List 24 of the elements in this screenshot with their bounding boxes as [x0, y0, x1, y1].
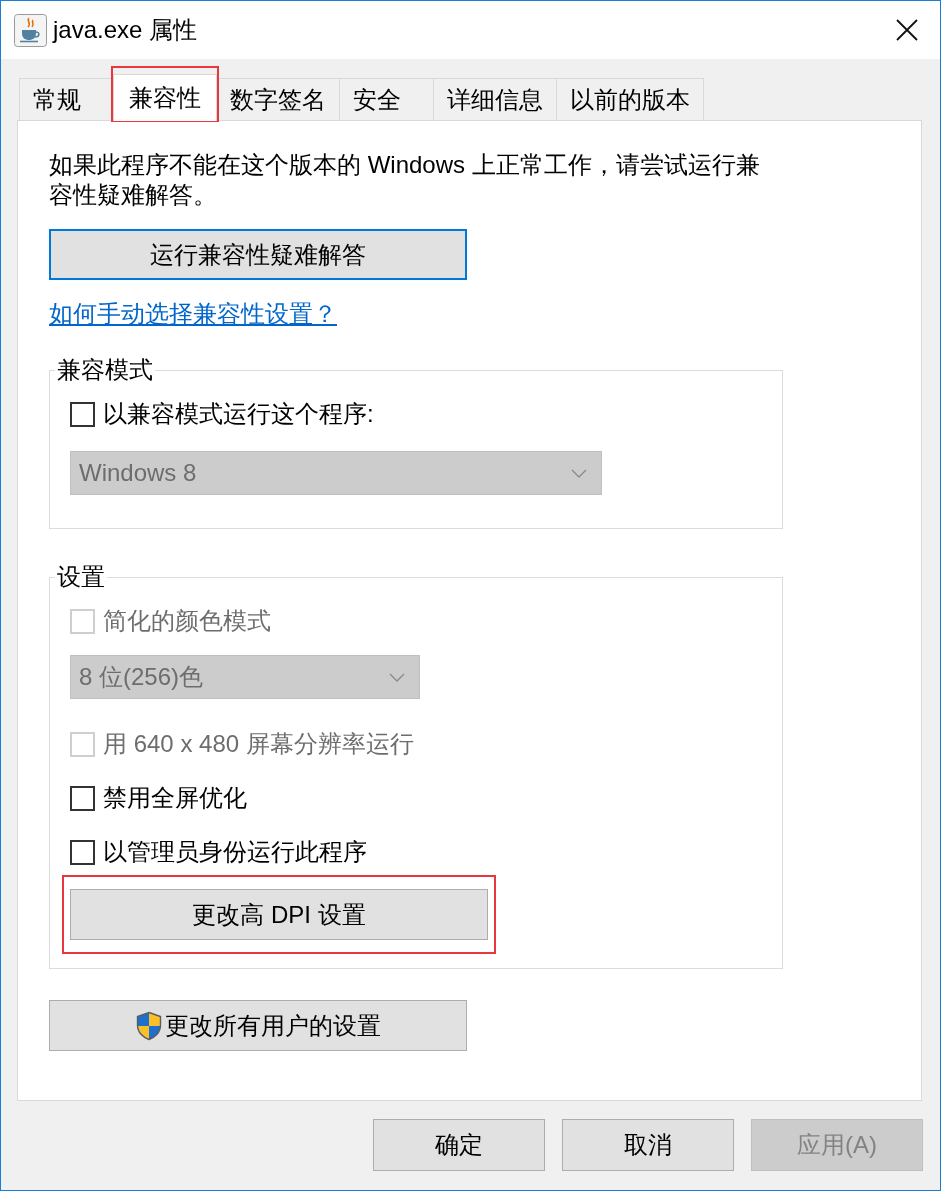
dialog-button[interactable]: 确定 [373, 1119, 545, 1171]
dpi-settings-button[interactable]: 更改高 DPI 设置 [70, 889, 488, 940]
shield-icon [135, 1010, 162, 1041]
chevron-down-icon [571, 468, 587, 478]
group-title: 设置 [56, 562, 106, 592]
checkbox-label[interactable]: 以兼容模式运行这个程序: [103, 399, 374, 429]
group-title: 兼容模式 [56, 355, 154, 385]
coffee-cup-icon [14, 13, 47, 47]
tab[interactable]: 以前的版本 [556, 78, 704, 120]
chevron-down-icon [389, 672, 405, 682]
dialog-button[interactable]: 取消 [562, 1119, 734, 1171]
checkbox-label[interactable]: 以管理员身份运行此程序 [103, 837, 367, 867]
all-users-settings-button[interactable]: 更改所有用户的设置 [49, 1000, 467, 1051]
close-icon[interactable] [896, 19, 918, 41]
checkbox-label[interactable]: 禁用全屏优化 [103, 783, 247, 813]
tab[interactable]: 兼容性 [113, 74, 217, 121]
tab[interactable]: 常规 [19, 78, 114, 120]
description-text: 如果此程序不能在这个版本的 Windows 上正常工作，请尝试运行兼容性疑难解答。 [49, 150, 761, 210]
checkbox[interactable] [70, 839, 95, 865]
help-link[interactable]: 如何手动选择兼容性设置？ [49, 300, 337, 328]
troubleshooter-button[interactable]: 运行兼容性疑难解答 [49, 229, 467, 280]
checkbox[interactable] [70, 785, 95, 811]
checkbox[interactable] [70, 401, 95, 427]
window-title: java.exe 属性 [53, 15, 198, 45]
